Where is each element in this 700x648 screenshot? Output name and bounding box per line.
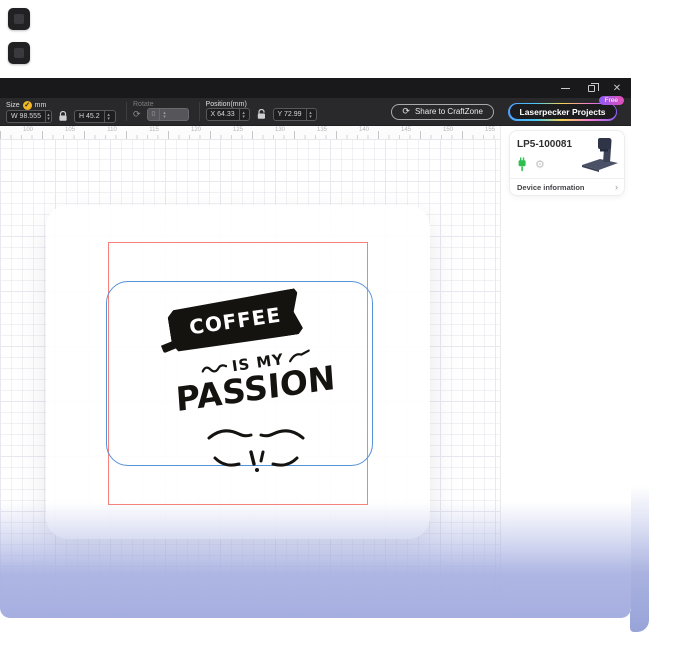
laserpecker-projects-button[interactable]: Laserpecker Projects xyxy=(510,104,616,119)
height-input[interactable]: H 45.2 ▴▾ xyxy=(74,110,116,123)
ruler-label: 110 xyxy=(107,127,117,133)
device-image xyxy=(578,134,620,174)
ruler-label: 145 xyxy=(401,127,411,133)
position-y-spinner[interactable]: ▴▾ xyxy=(306,109,315,120)
desktop: ✕ Size ✓ mm W 98.555 ▴▾ xyxy=(0,0,700,648)
app-glyph-icon xyxy=(14,14,24,24)
device-status-icons: ⚙ xyxy=(517,157,545,172)
position-label: Position(mm) xyxy=(206,101,317,108)
rotate-group: Rotate ⟳ 0 ▴▾ xyxy=(131,100,195,123)
width-input[interactable]: W 98.555 ▴▾ xyxy=(6,110,52,123)
background-window-edge xyxy=(630,486,649,632)
device-sidebar: LP5-100081 ⚙ xyxy=(500,126,631,618)
device-information-row[interactable]: Device information › xyxy=(517,182,618,192)
ruler-label: 155 xyxy=(485,127,495,133)
ruler-label: 135 xyxy=(317,127,327,133)
height-spinner[interactable]: ▴▾ xyxy=(104,111,113,122)
coffee-banner: COFFEE xyxy=(166,288,304,354)
rotate-spinner: ▴▾ xyxy=(159,109,168,120)
coffee-passion-artwork[interactable]: COFFEE IS MY PASSION xyxy=(163,292,348,478)
ruler-label: 140 xyxy=(359,127,369,133)
position-x-input[interactable]: X 64.33 ▴▾ xyxy=(206,108,250,121)
ruler-label: 125 xyxy=(233,127,243,133)
floating-app-icon-2[interactable] xyxy=(8,42,30,64)
aspect-lock-icon[interactable] xyxy=(58,111,68,122)
share-to-craftzone-button[interactable]: ⟳ Share to CraftZone xyxy=(391,104,494,120)
flourish-icon xyxy=(201,424,311,472)
close-icon[interactable]: ✕ xyxy=(611,82,623,94)
toolbar-divider xyxy=(126,102,127,121)
projects-button-wrap: Laserpecker Projects Free xyxy=(508,103,617,121)
width-spinner[interactable]: ▴▾ xyxy=(45,111,51,122)
size-label: Size ✓ mm xyxy=(6,101,116,110)
minimize-icon[interactable] xyxy=(559,82,571,94)
unit-label: mm xyxy=(35,102,47,109)
device-card[interactable]: LP5-100081 ⚙ xyxy=(509,130,625,196)
unit-check-icon[interactable]: ✓ xyxy=(23,101,32,110)
rotate-input: 0 ▴▾ xyxy=(147,108,189,121)
ruler-label: 150 xyxy=(443,127,453,133)
position-x-spinner[interactable]: ▴▾ xyxy=(239,109,248,120)
restore-icon[interactable] xyxy=(585,82,597,94)
device-settings-gear-icon[interactable]: ⚙ xyxy=(535,159,545,171)
horizontal-ruler: 100 105 110 115 120 125 130 135 140 145 150 155 xyxy=(0,126,500,140)
rotate-icon[interactable]: ⟳ xyxy=(133,108,141,121)
title-bar: ✕ xyxy=(0,78,631,98)
ruler-label: 120 xyxy=(191,127,201,133)
main-content: 100 105 110 115 120 125 130 135 140 145 150 155 COF… xyxy=(0,126,631,618)
transform-toolbar: Size ✓ mm W 98.555 ▴▾ H 45.2 ▴▾ xyxy=(0,98,631,126)
toolbar-divider xyxy=(199,102,200,121)
card-divider xyxy=(510,178,624,179)
size-group: Size ✓ mm W 98.555 ▴▾ H 45.2 ▴▾ xyxy=(4,100,122,123)
laserpecker-app-window: ✕ Size ✓ mm W 98.555 ▴▾ xyxy=(0,78,631,618)
ruler-label: 130 xyxy=(275,127,285,133)
floating-app-icon-1[interactable] xyxy=(8,8,30,30)
position-group: Position(mm) X 64.33 ▴▾ Y 72.99 ▴▾ xyxy=(204,100,323,123)
app-glyph-icon xyxy=(14,48,24,58)
device-name: LP5-100081 xyxy=(517,139,572,150)
gradient-border: Laserpecker Projects xyxy=(508,103,617,121)
ruler-label: 105 xyxy=(65,127,75,133)
rotate-label: Rotate xyxy=(133,101,189,108)
share-icon: ⟳ xyxy=(402,106,410,117)
design-canvas[interactable]: 100 105 110 115 120 125 130 135 140 145 150 155 COF… xyxy=(0,126,500,618)
usb-connected-icon xyxy=(517,157,527,172)
position-y-input[interactable]: Y 72.99 ▴▾ xyxy=(273,108,317,121)
free-badge: Free xyxy=(599,96,624,105)
ruler-label: 100 xyxy=(23,127,33,133)
position-lock-open-icon[interactable] xyxy=(256,109,267,120)
artwork-line1: COFFEE xyxy=(188,303,283,340)
chevron-right-icon: › xyxy=(615,182,618,192)
ruler-label: 115 xyxy=(149,127,159,133)
